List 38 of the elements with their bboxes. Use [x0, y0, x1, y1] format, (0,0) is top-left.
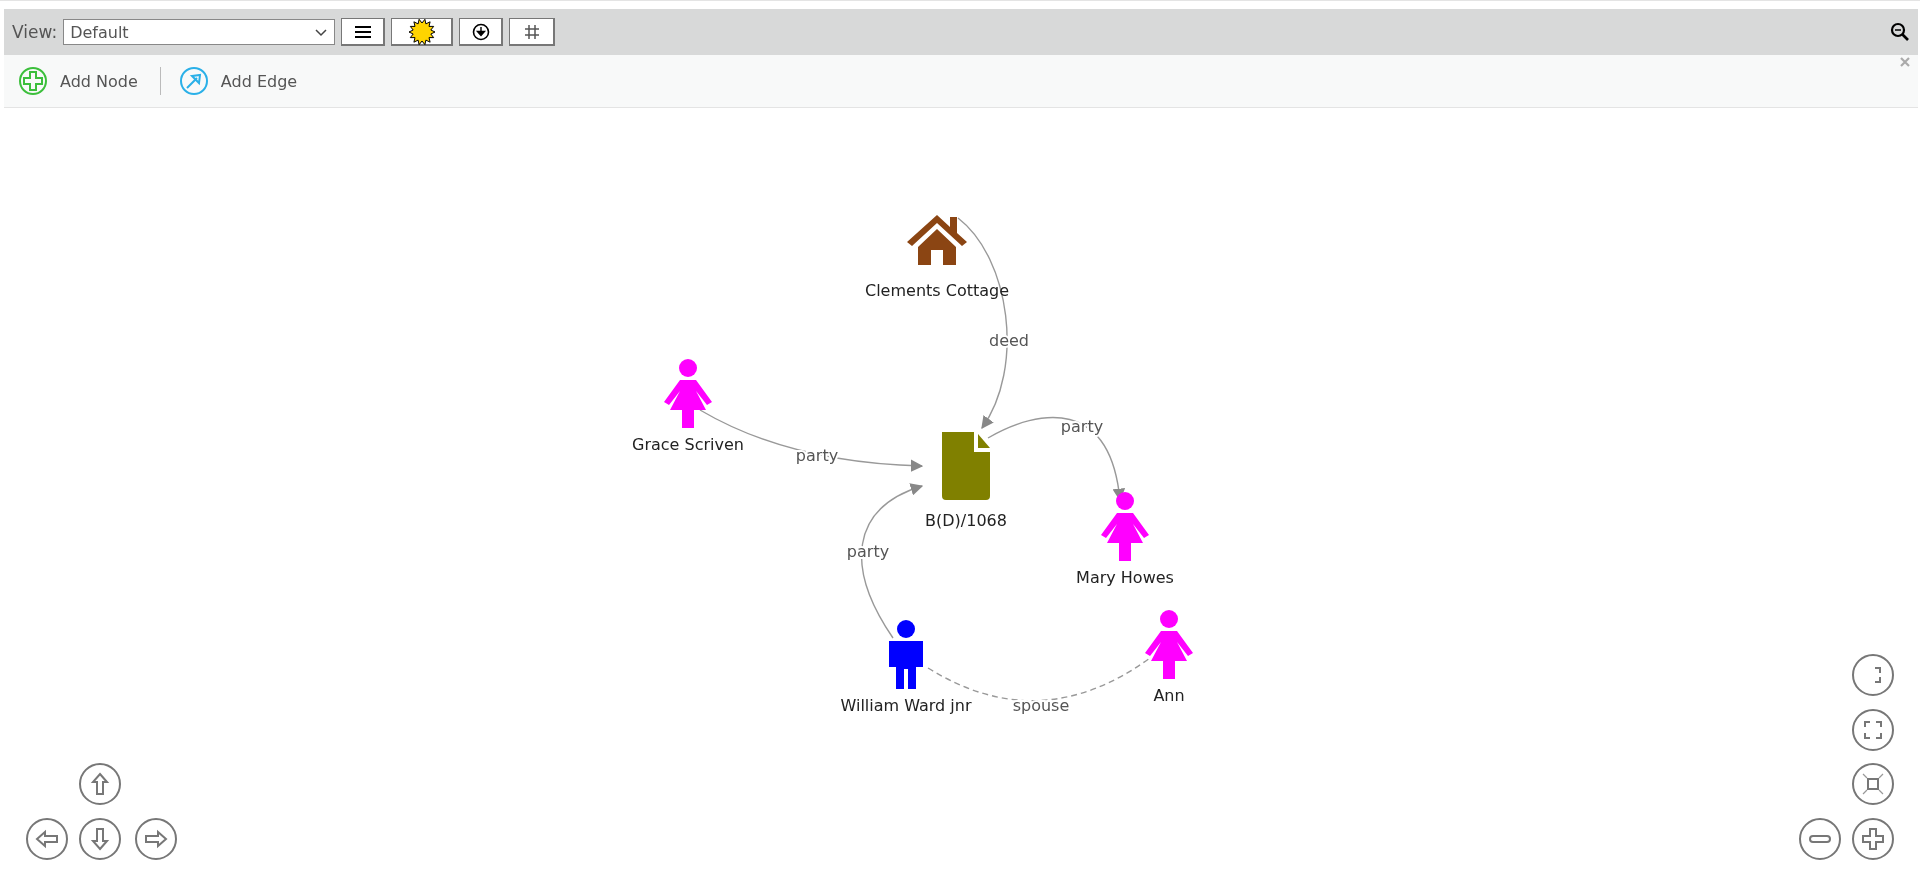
- node-label: Grace Scriven: [632, 435, 744, 454]
- node-label: Mary Howes: [1076, 568, 1174, 587]
- download-icon: [471, 22, 490, 41]
- edge-label: deed: [989, 331, 1029, 350]
- sun-icon: [407, 17, 436, 46]
- node-label: Ann: [1153, 686, 1185, 705]
- zoom-in-button[interactable]: [1852, 818, 1894, 860]
- pan-up-button[interactable]: [79, 763, 121, 805]
- edge-label: party: [795, 446, 839, 465]
- edge-label: spouse: [1012, 696, 1070, 715]
- download-button[interactable]: [459, 18, 504, 46]
- menu-button[interactable]: [341, 18, 386, 46]
- node-label: William Ward jnr: [840, 696, 972, 715]
- view-select[interactable]: Default: [63, 19, 336, 45]
- grid-button[interactable]: [509, 18, 556, 46]
- plus-icon: [1860, 826, 1886, 852]
- sun-button[interactable]: [391, 18, 454, 46]
- expand-icon: [1861, 772, 1885, 796]
- zoom-icon[interactable]: [1890, 22, 1910, 42]
- fullscreen-icon: [1861, 718, 1885, 742]
- pan-down-button[interactable]: [79, 818, 121, 860]
- bracket-icon: [1873, 667, 1881, 683]
- expand-button[interactable]: [1852, 763, 1894, 805]
- node-label: B(D)/1068: [925, 511, 1007, 530]
- fit-button[interactable]: [1852, 654, 1894, 696]
- fullscreen-button[interactable]: [1852, 709, 1894, 751]
- grid-icon: [523, 23, 540, 40]
- view-label: View:: [12, 22, 58, 42]
- menu-icon: [352, 23, 373, 40]
- pan-left-button[interactable]: [26, 818, 68, 860]
- arrow-circle-icon: [178, 66, 209, 96]
- zoom-out-button[interactable]: [1799, 818, 1841, 860]
- node-label: Clements Cottage: [865, 281, 1009, 300]
- toolbar-action[interactable]: Add Edge: [174, 66, 306, 96]
- plus-circle-icon: [18, 66, 48, 96]
- edge-label: party: [846, 542, 890, 561]
- toolbar-action[interactable]: Add Node: [14, 66, 146, 96]
- pan-right-button[interactable]: [135, 818, 177, 860]
